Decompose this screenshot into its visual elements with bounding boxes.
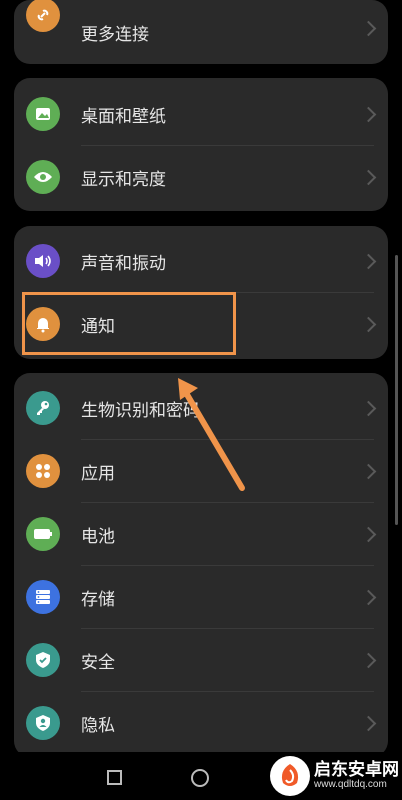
image-icon <box>26 97 60 131</box>
annotation-highlight-box <box>22 292 236 355</box>
watermark-name: 启东安卓网 <box>314 759 399 780</box>
watermark-url: www.qdltdq.com <box>314 778 387 790</box>
chevron-right-icon <box>360 589 377 605</box>
chevron-right-icon <box>360 526 377 542</box>
settings-item-privacy[interactable]: 隐私 <box>14 692 388 754</box>
settings-item-label: 存储 <box>81 589 115 610</box>
settings-item-battery[interactable]: 电池 <box>14 503 388 565</box>
link-icon <box>26 0 60 32</box>
storage-icon <box>26 580 60 614</box>
settings-item-security[interactable]: 安全 <box>14 629 388 691</box>
settings-item-label: 桌面和壁纸 <box>81 106 166 127</box>
settings-item-label: 电池 <box>81 526 115 547</box>
settings-item-label: 显示和亮度 <box>81 169 166 190</box>
settings-item-label: 应用 <box>81 463 115 484</box>
settings-group-connections: 更多连接 <box>14 0 388 64</box>
shield-person-icon <box>26 706 60 740</box>
chevron-right-icon <box>360 652 377 668</box>
eye-icon <box>26 160 60 194</box>
apps-grid-icon <box>26 454 60 488</box>
settings-item-label: 安全 <box>81 652 115 673</box>
shield-check-icon <box>26 643 60 677</box>
settings-item-sound-vibration[interactable]: 声音和振动 <box>14 230 388 292</box>
settings-item-desktop-wallpaper[interactable]: 桌面和壁纸 <box>14 83 388 145</box>
chevron-right-icon <box>360 715 377 731</box>
chevron-right-icon <box>360 106 377 122</box>
watermark: 启东安卓网 www.qdltdq.com <box>270 752 402 800</box>
watermark-logo-icon <box>270 756 310 796</box>
key-icon <box>26 391 60 425</box>
settings-item-more-connections[interactable]: 更多连接 <box>14 0 388 64</box>
chevron-right-icon <box>360 316 377 332</box>
chevron-right-icon <box>360 169 377 185</box>
settings-item-display-brightness[interactable]: 显示和亮度 <box>14 146 388 208</box>
settings-item-label: 声音和振动 <box>81 253 166 274</box>
annotation-arrow-icon <box>178 378 245 491</box>
settings-item-label: 隐私 <box>81 715 115 736</box>
settings-item-label: 更多连接 <box>81 25 149 45</box>
speaker-icon <box>26 244 60 278</box>
battery-icon <box>26 517 60 551</box>
chevron-right-icon <box>360 463 377 479</box>
settings-item-storage[interactable]: 存储 <box>14 566 388 628</box>
home-icon[interactable] <box>191 769 209 787</box>
recent-apps-icon[interactable] <box>107 770 122 785</box>
settings-group-display: 桌面和壁纸 显示和亮度 <box>14 78 388 211</box>
chevron-right-icon <box>360 20 377 37</box>
chevron-right-icon <box>360 400 377 416</box>
scrollbar[interactable] <box>395 255 398 525</box>
chevron-right-icon <box>360 253 377 269</box>
